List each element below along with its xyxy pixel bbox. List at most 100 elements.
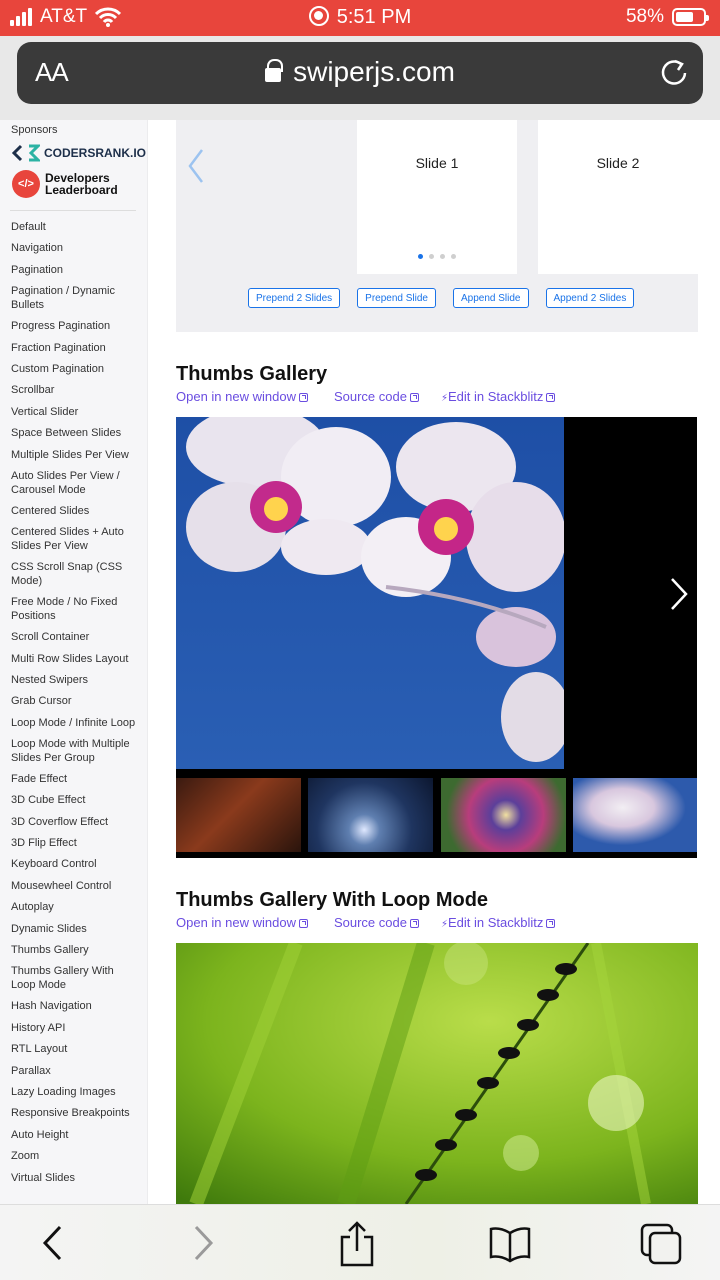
sidebar-item[interactable]: Loop Mode with Multiple Slides Per Group <box>11 737 139 765</box>
sidebar-item[interactable]: Space Between Slides <box>11 426 139 440</box>
chevron-right-icon[interactable] <box>669 577 689 611</box>
thumb-orchid[interactable] <box>573 778 697 852</box>
sidebar-item[interactable]: Loop Mode / Infinite Loop <box>11 716 139 730</box>
sidebar-item[interactable]: Multi Row Slides Layout <box>11 652 139 666</box>
open-new-window-link[interactable]: Open in new window <box>176 389 308 404</box>
status-bar: AT&T 5:51 PM 58% <box>0 0 720 36</box>
external-link-icon <box>546 393 556 402</box>
open-new-window-link[interactable]: Open in new window <box>176 915 308 930</box>
sidebar-item[interactable]: Custom Pagination <box>11 362 139 376</box>
sidebar-item[interactable]: Default <box>11 220 139 234</box>
sidebar-item[interactable]: Auto Slides Per View / Carousel Mode <box>11 469 139 497</box>
codersrank-sponsor[interactable]: CODERSRANK.IO <box>12 144 146 162</box>
sidebar-item[interactable]: 3D Coverflow Effect <box>11 815 139 829</box>
external-link-icon <box>298 919 308 928</box>
sidebar-item[interactable]: Pagination <box>11 263 139 277</box>
sidebar-item[interactable]: Scroll Container <box>11 630 139 644</box>
sidebar-item[interactable]: Parallax <box>11 1064 139 1078</box>
thumbs-loop-title: Thumbs Gallery With Loop Mode <box>176 889 489 911</box>
slide-2-label: Slide 2 <box>596 155 640 171</box>
battery-icon <box>672 8 709 26</box>
sidebar-item[interactable]: 3D Flip Effect <box>11 836 139 850</box>
sidebar-item[interactable]: Navigation <box>11 241 139 255</box>
lock-icon <box>265 59 284 82</box>
screen-recording-icon <box>308 6 329 26</box>
bolt-icon: ⚡ <box>440 393 448 404</box>
source-link-label: Source code <box>333 915 407 930</box>
sidebar-item[interactable]: History API <box>11 1021 139 1035</box>
thumb-pansy-flower[interactable] <box>441 778 566 852</box>
bookmarks-icon[interactable] <box>488 1225 532 1263</box>
sidebar-item[interactable]: Centered Slides <box>11 504 139 518</box>
edit-stackblitz-link[interactable]: ⚡Edit in Stackblitz <box>440 389 556 404</box>
prepend-2-slides-button[interactable]: Prepend 2 Slides <box>248 288 341 308</box>
sidebar-item[interactable]: Auto Height <box>11 1128 139 1142</box>
address-bar[interactable]: AA swiperjs.com <box>17 42 703 104</box>
reload-icon[interactable] <box>659 56 689 88</box>
sidebar-item[interactable]: Dynamic Slides <box>11 922 139 936</box>
external-link-icon <box>298 393 308 402</box>
sidebar-item[interactable]: Scrollbar <box>11 383 139 397</box>
sidebar-item[interactable]: Virtual Slides <box>11 1171 139 1185</box>
sidebar-item[interactable]: 3D Cube Effect <box>11 793 139 807</box>
sidebar-item[interactable]: Pagination / Dynamic Bullets <box>11 284 139 312</box>
back-icon[interactable] <box>40 1223 64 1263</box>
bolt-icon: ⚡ <box>440 919 448 930</box>
sidebar-item[interactable]: Fraction Pagination <box>11 341 139 355</box>
sidebar-item[interactable]: Centered Slides + Auto Slides Per View <box>11 525 139 553</box>
demo-slider[interactable]: Slide 1 Slide 2 Prepend 2 Slides Prepend… <box>176 120 698 332</box>
slide-1-label: Slide 1 <box>415 155 459 171</box>
stackblitz-link-label: Edit in Stackblitz <box>448 915 544 930</box>
sponsor-2-line2: Leaderboard <box>45 183 118 197</box>
sidebar: Sponsors CODERSRANK.IO </> Developers Lea… <box>0 120 148 1204</box>
thumb-sunset-lake[interactable] <box>308 778 433 852</box>
source-link-label: Source code <box>333 389 407 404</box>
source-code-link[interactable]: Source code <box>334 915 419 930</box>
slide-2: Slide 2 <box>538 120 698 274</box>
sidebar-item[interactable]: Responsive Breakpoints <box>11 1106 139 1120</box>
forward-icon[interactable] <box>192 1223 216 1263</box>
sponsors-label: Sponsors <box>11 124 58 136</box>
sidebar-item[interactable]: Nested Swipers <box>11 673 139 687</box>
share-icon[interactable] <box>338 1221 376 1267</box>
source-code-link[interactable]: Source code <box>334 389 419 404</box>
sidebar-item[interactable]: Mousewheel Control <box>11 879 139 893</box>
external-link-icon <box>546 919 556 928</box>
main-content: Slide 1 Slide 2 Prepend 2 Slides Prepend… <box>148 120 720 1204</box>
edit-stackblitz-link[interactable]: ⚡Edit in Stackblitz <box>440 915 556 930</box>
sidebar-item[interactable]: Free Mode / No Fixed Positions <box>11 595 139 623</box>
pagination-dots[interactable] <box>357 254 517 259</box>
sidebar-item[interactable]: Multiple Slides Per View <box>11 448 139 462</box>
tabs-icon[interactable] <box>640 1223 684 1265</box>
sidebar-item[interactable]: Thumbs Gallery <box>11 943 139 957</box>
sidebar-item[interactable]: Vertical Slider <box>11 405 139 419</box>
sidebar-item[interactable]: Zoom <box>11 1149 139 1163</box>
browser-toolbar: AA swiperjs.com <box>0 36 720 120</box>
sidebar-item[interactable]: Progress Pagination <box>11 319 139 333</box>
divider <box>10 210 136 211</box>
sidebar-item[interactable]: RTL Layout <box>11 1042 139 1056</box>
developers-leaderboard-sponsor[interactable]: </> Developers Leaderboard <box>12 170 118 198</box>
chevron-left-icon[interactable] <box>184 146 208 186</box>
external-link-icon <box>409 393 419 402</box>
ants-grass-photo[interactable] <box>176 943 698 1204</box>
append-slide-button[interactable]: Append Slide <box>453 288 529 308</box>
browser-bottom-bar <box>0 1204 720 1280</box>
sidebar-item[interactable]: CSS Scroll Snap (CSS Mode) <box>11 560 139 588</box>
sidebar-item[interactable]: Grab Cursor <box>11 694 139 708</box>
code-icon: </> <box>12 170 40 198</box>
sidebar-item[interactable]: Keyboard Control <box>11 857 139 871</box>
thumbs-gallery-main[interactable] <box>176 417 697 769</box>
thumb-autumn-trees[interactable] <box>176 778 301 852</box>
stackblitz-link-label: Edit in Stackblitz <box>448 389 544 404</box>
prepend-slide-button[interactable]: Prepend Slide <box>357 288 436 308</box>
sidebar-item[interactable]: Autoplay <box>11 900 139 914</box>
sidebar-item[interactable]: Lazy Loading Images <box>11 1085 139 1099</box>
battery-percent: 58% <box>625 6 664 27</box>
slide-1: Slide 1 <box>357 120 517 274</box>
sidebar-item[interactable]: Thumbs Gallery With Loop Mode <box>11 964 139 992</box>
sidebar-item[interactable]: Fade Effect <box>11 772 139 786</box>
sidebar-item[interactable]: Hash Navigation <box>11 999 139 1013</box>
append-2-slides-button[interactable]: Append 2 Slides <box>545 288 635 308</box>
clock: 5:51 PM <box>336 6 412 28</box>
